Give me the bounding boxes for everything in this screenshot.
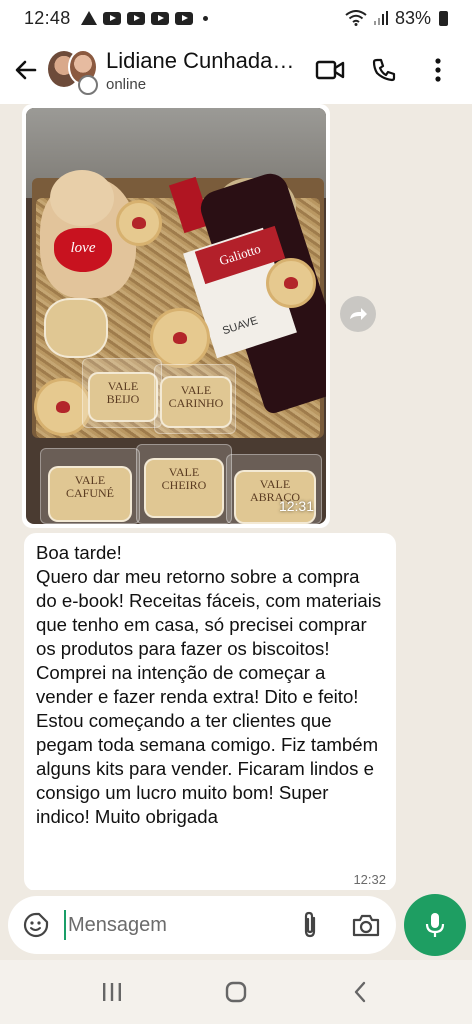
arrow-left-icon	[15, 60, 37, 80]
voice-call-button[interactable]	[368, 54, 400, 86]
message-text: Boa tarde! Quero dar meu retorno sobre a…	[36, 542, 382, 827]
forward-icon	[350, 308, 367, 320]
youtube-icon	[174, 11, 193, 25]
youtube-icon	[150, 11, 169, 25]
more-notifications-icon	[202, 15, 208, 21]
status-ring-icon	[78, 75, 98, 95]
phone-icon	[372, 58, 396, 82]
chevron-left-icon	[354, 981, 366, 1003]
camera-icon	[352, 914, 380, 937]
contact-name: Lidiane Cunhada…	[106, 47, 295, 73]
wifi-icon	[345, 10, 367, 26]
cookie-vale-cheiro: VALE CHEIRO	[144, 458, 224, 518]
plush-text: love	[70, 240, 96, 256]
attach-button[interactable]	[294, 909, 326, 941]
microphone-icon	[425, 913, 445, 937]
home-icon	[225, 981, 247, 1003]
back-button[interactable]	[6, 50, 46, 90]
image-message[interactable]: love Galiotto SUAVE VALE BEIJO VALE CARI…	[22, 104, 330, 528]
cookie-vale-cafune: VALE CAFUNÉ	[48, 466, 132, 522]
cookie	[266, 258, 316, 308]
signal-icon	[373, 11, 388, 25]
voice-message-button[interactable]	[404, 894, 466, 956]
youtube-icon	[126, 11, 145, 25]
battery-percent: 83%	[394, 7, 431, 28]
composer	[0, 890, 472, 960]
paperclip-icon	[304, 911, 316, 938]
contact-status: online	[106, 75, 147, 93]
gift-basket-photo[interactable]: love Galiotto SUAVE VALE BEIJO VALE CARI…	[26, 108, 326, 524]
video-call-button[interactable]	[314, 54, 346, 86]
video-camera-icon	[315, 60, 345, 80]
cookie	[116, 200, 162, 246]
bear-cookie	[44, 298, 108, 358]
cookie-vale-beijo: VALE BEIJO	[88, 372, 158, 422]
sticker-icon	[23, 912, 49, 938]
home-button[interactable]	[212, 968, 260, 1016]
notification-icons	[80, 11, 208, 25]
message-input[interactable]	[64, 910, 264, 940]
status-time: 12:48	[24, 7, 71, 28]
plush-heart: love	[54, 228, 112, 272]
more-vertical-icon	[435, 58, 441, 82]
sticker-button[interactable]	[20, 909, 52, 941]
system-back-button[interactable]	[336, 968, 384, 1016]
message-time: 12:31	[278, 498, 314, 514]
header-actions	[314, 54, 454, 86]
menu-button[interactable]	[422, 54, 454, 86]
battery-icon	[439, 10, 448, 26]
message-time: 12:32	[353, 872, 386, 887]
warning-icon	[80, 11, 97, 25]
recents-button[interactable]	[88, 968, 136, 1016]
text-message[interactable]: Boa tarde! Quero dar meu retorno sobre a…	[24, 533, 396, 891]
camera-button[interactable]	[350, 909, 382, 941]
system-nav-bar	[0, 960, 472, 1024]
avatar[interactable]	[46, 47, 98, 95]
youtube-icon	[102, 11, 121, 25]
chat-header: Lidiane Cunhada… online	[0, 36, 472, 104]
recents-icon	[103, 983, 121, 1001]
message-input-pill	[8, 896, 396, 954]
system-icons: 83%	[345, 8, 448, 29]
forward-button[interactable]	[340, 296, 376, 332]
contact-info[interactable]: Lidiane Cunhada… online	[106, 48, 314, 93]
cookie-vale-abraco: VALE ABRAÇO	[234, 470, 316, 524]
status-bar: 12:48 83%	[0, 0, 472, 36]
cookie-vale-carinho: VALE CARINHO	[160, 376, 232, 428]
